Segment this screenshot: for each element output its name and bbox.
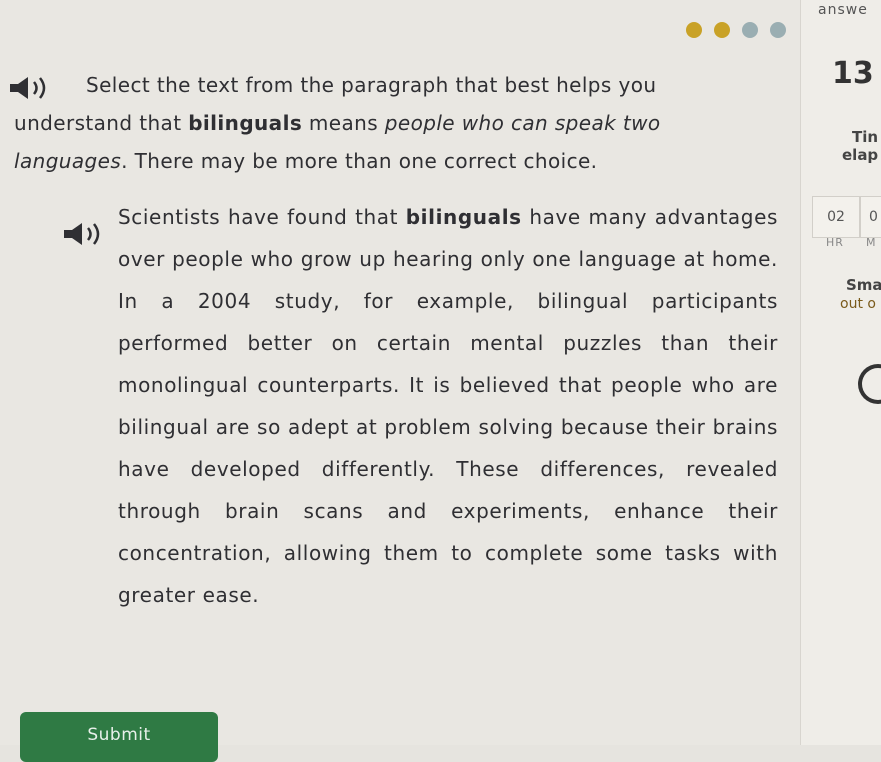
hours-value: 02 xyxy=(812,196,860,238)
passage-keyword[interactable]: bilinguals xyxy=(406,205,522,229)
progress-dots xyxy=(686,22,786,38)
progress-dot-3 xyxy=(742,22,758,38)
progress-dot-2 xyxy=(714,22,730,38)
question-prompt: Select the text from the paragraph that … xyxy=(14,66,714,180)
passage[interactable]: Scientists have found that bilinguals ha… xyxy=(118,196,778,616)
passage-text-post[interactable]: have many advantages over people who gro… xyxy=(118,205,778,607)
answer-label: answe xyxy=(818,2,868,18)
question-pane: Select the text from the paragraph that … xyxy=(0,0,800,762)
question-number: 13 xyxy=(832,56,874,91)
speaker-icon[interactable] xyxy=(62,220,106,248)
passage-text-pre[interactable]: Scientists have found that xyxy=(118,205,406,229)
progress-dot-1 xyxy=(686,22,702,38)
submit-button[interactable]: Submit xyxy=(20,712,218,762)
smartscore-label: Smar xyxy=(846,276,881,294)
progress-dot-4 xyxy=(770,22,786,38)
elapsed-label: elap xyxy=(842,146,879,164)
prompt-post: . There may be more than one correct cho… xyxy=(121,149,598,173)
prompt-bold: bilinguals xyxy=(188,111,303,135)
hours-label: HR xyxy=(826,236,844,249)
time-label: Tin xyxy=(852,128,879,146)
prompt-mid: means xyxy=(302,111,385,135)
minutes-value: 0 xyxy=(860,196,881,238)
out-of-label: out o xyxy=(840,296,876,312)
prompt-text: Select the text from the paragraph that … xyxy=(14,66,714,180)
minutes-label: M xyxy=(866,236,876,249)
